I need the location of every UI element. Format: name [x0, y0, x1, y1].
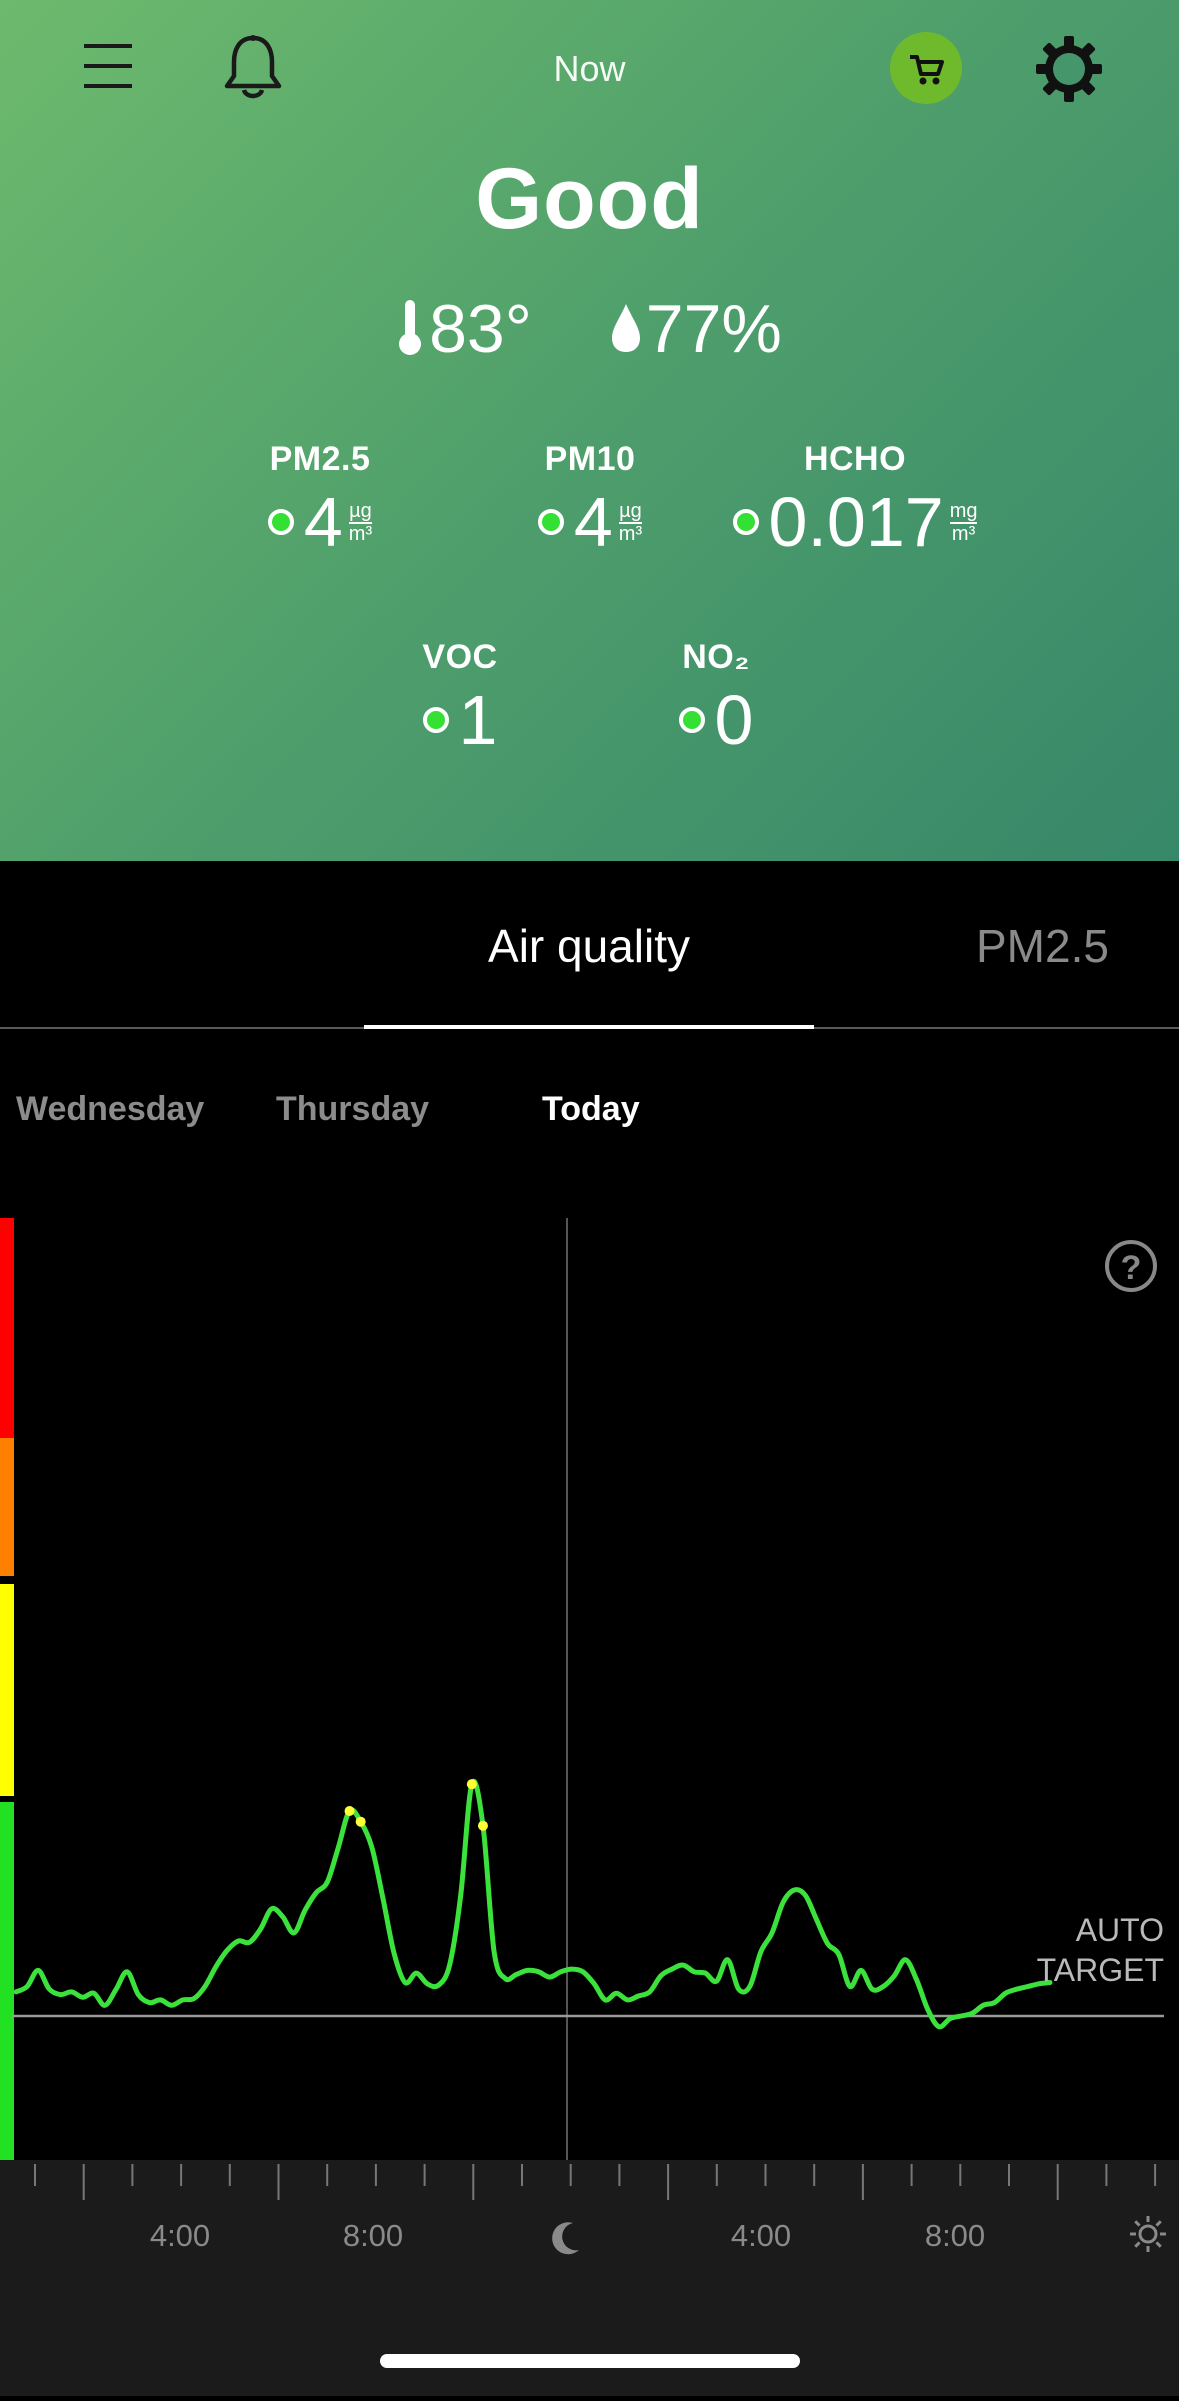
status-dot — [422, 707, 449, 733]
level-band — [0, 1802, 14, 2160]
tab-pm25[interactable]: PM2.5 — [976, 919, 1109, 973]
day-wednesday[interactable]: Wednesday — [16, 1090, 204, 1129]
metric-pm25[interactable]: PM2.5 4 µg m³ — [240, 440, 400, 557]
help-icon[interactable]: ? — [1105, 1240, 1157, 1292]
metric-hcho[interactable]: HCHO 0.017 mg m³ — [700, 440, 1010, 557]
metric-label: HCHO — [803, 440, 907, 478]
metric-unit: µg m³ — [618, 499, 643, 545]
peak-marker — [466, 1779, 477, 1790]
level-band — [0, 1438, 14, 1576]
peak-marker — [355, 1816, 366, 1827]
droplet-icon — [610, 292, 642, 370]
metric-label: VOC — [422, 638, 498, 676]
metric-value: 0 — [714, 681, 754, 759]
metric-value: 4 — [303, 483, 343, 561]
status-dot — [267, 509, 294, 535]
status-dot — [732, 509, 759, 535]
page-title: Now — [553, 48, 626, 89]
tab-active-indicator — [364, 1025, 814, 1029]
air-quality-chart: AUTO TARGET ? 4:00 8:00 4:00 8:00 — [0, 1210, 1179, 2396]
time-tick-label: 8:00 — [925, 2218, 985, 2253]
peak-marker — [477, 1820, 488, 1831]
series-line — [13, 1779, 1053, 2030]
tab-bar: Air quality PM2.5 — [0, 861, 1179, 1029]
time-tick-label: 8:00 — [343, 2218, 403, 2253]
environment-readings: 83° 77% — [0, 290, 1179, 372]
temperature-value: 83° — [429, 291, 532, 367]
target-label-line1: AUTO — [1076, 1912, 1164, 1948]
home-indicator — [380, 2354, 800, 2368]
gear-icon[interactable] — [1034, 34, 1104, 104]
metric-unit: µg m³ — [348, 499, 373, 545]
day-thursday[interactable]: Thursday — [276, 1090, 429, 1129]
metric-value: 4 — [573, 483, 613, 561]
level-band — [0, 1218, 14, 1438]
target-label-line2: TARGET — [1037, 1952, 1164, 1988]
metric-unit: mg m³ — [949, 499, 978, 545]
metric-label: PM2.5 — [269, 440, 371, 478]
svg-text:?: ? — [1121, 1249, 1142, 1287]
status-dot — [678, 707, 705, 733]
humidity-value: 77% — [645, 291, 782, 367]
status-label: Good — [475, 151, 704, 247]
day-selector: Wednesday Thursday Today — [0, 1090, 1179, 1140]
chart-svg: AUTO TARGET ? 4:00 8:00 4:00 8:00 — [0, 1218, 1179, 2396]
status-dot — [537, 509, 564, 535]
metric-pm10[interactable]: PM10 4 µg m³ — [510, 440, 670, 557]
thermometer-icon — [397, 294, 423, 372]
cart-icon[interactable] — [890, 32, 962, 104]
tab-air-quality[interactable]: Air quality — [364, 919, 814, 973]
metric-value: 0.017 — [768, 483, 944, 561]
metric-no2[interactable]: NO₂ 0 — [636, 638, 796, 755]
metric-label: PM10 — [544, 440, 636, 478]
metric-value: 1 — [458, 681, 498, 759]
peak-marker — [344, 1805, 355, 1816]
summary-panel: Now Good 83° 77% PM2.5 4 µg m³ PM10 4 µg m³ — [0, 0, 1179, 861]
time-tick-label: 4:00 — [731, 2218, 791, 2253]
time-tick-label: 4:00 — [150, 2218, 210, 2253]
level-band — [0, 1584, 14, 1796]
day-today[interactable]: Today — [542, 1090, 640, 1129]
metric-voc[interactable]: VOC 1 — [380, 638, 540, 755]
metric-label: NO₂ — [682, 638, 750, 676]
